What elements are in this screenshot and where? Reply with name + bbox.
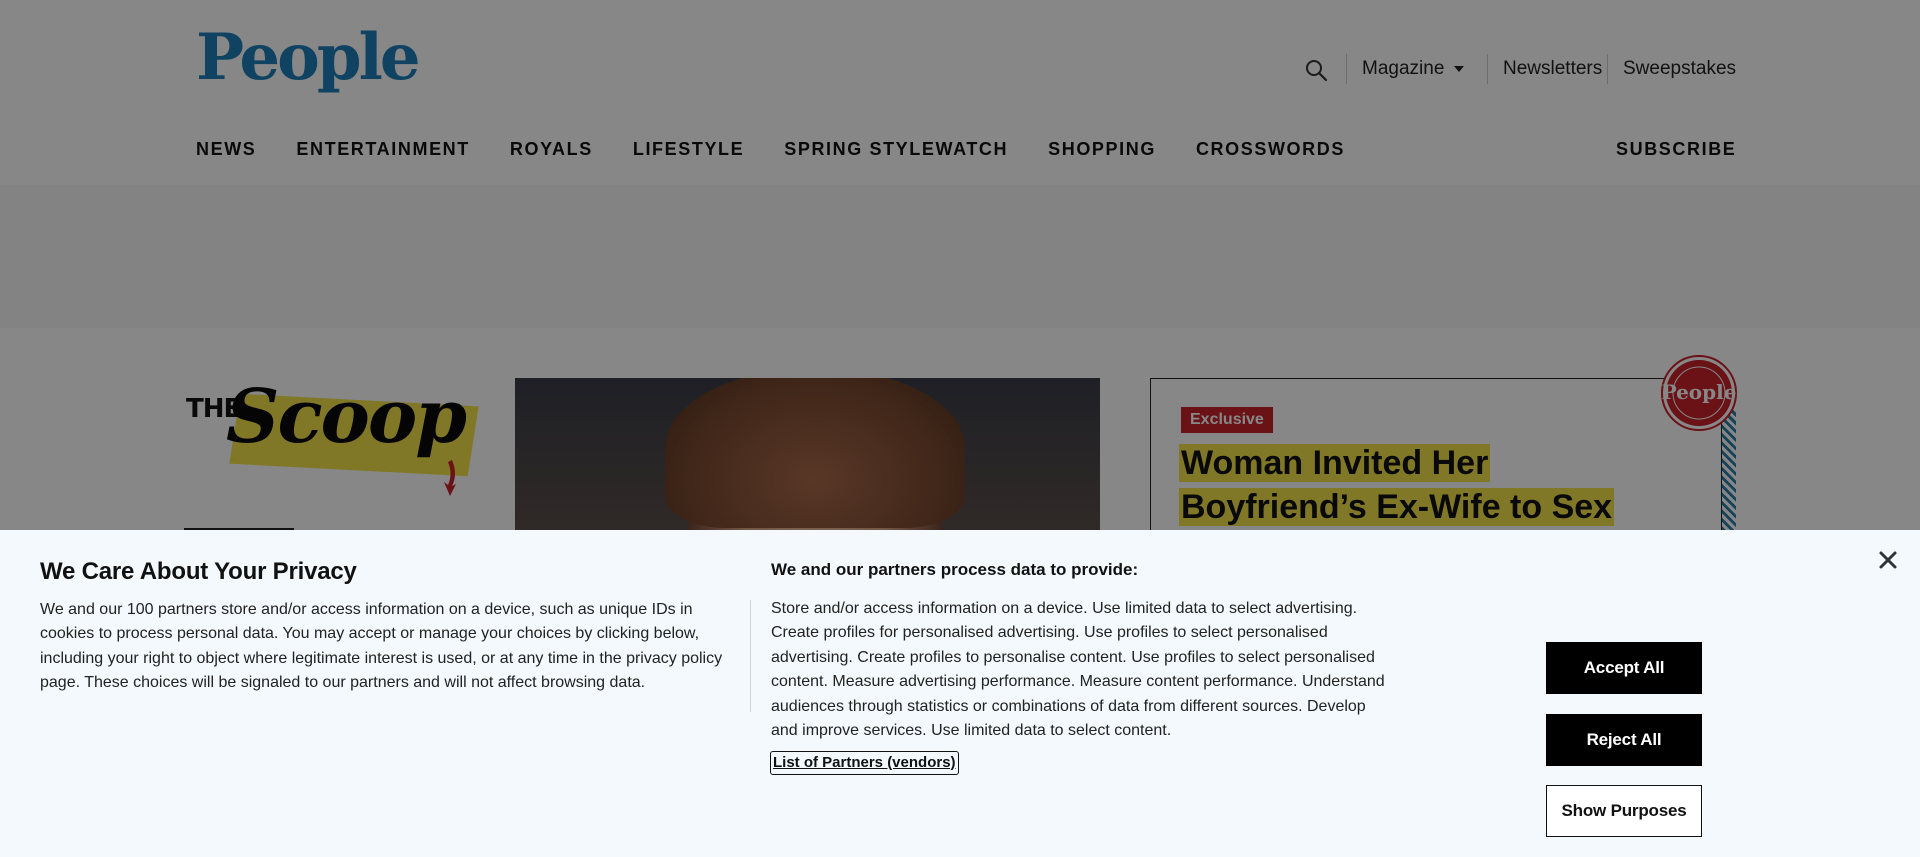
close-icon[interactable]	[1877, 549, 1899, 571]
purposes-title: We and our partners process data to prov…	[771, 560, 1139, 579]
consent-divider	[750, 600, 751, 712]
privacy-description: We and our 100 partners store and/or acc…	[40, 601, 723, 692]
privacy-title: We Care About Your Privacy	[40, 558, 357, 585]
privacy-consent-banner: We Care About Your Privacy We and our 10…	[0, 530, 1920, 857]
purposes-description: Store and/or access information on a dev…	[771, 600, 1385, 740]
accept-all-button[interactable]: Accept All	[1546, 642, 1702, 694]
list-of-partners-link[interactable]: List of Partners (vendors)	[770, 751, 959, 775]
show-purposes-button[interactable]: Show Purposes	[1546, 785, 1702, 837]
reject-all-button[interactable]: Reject All	[1546, 714, 1702, 766]
